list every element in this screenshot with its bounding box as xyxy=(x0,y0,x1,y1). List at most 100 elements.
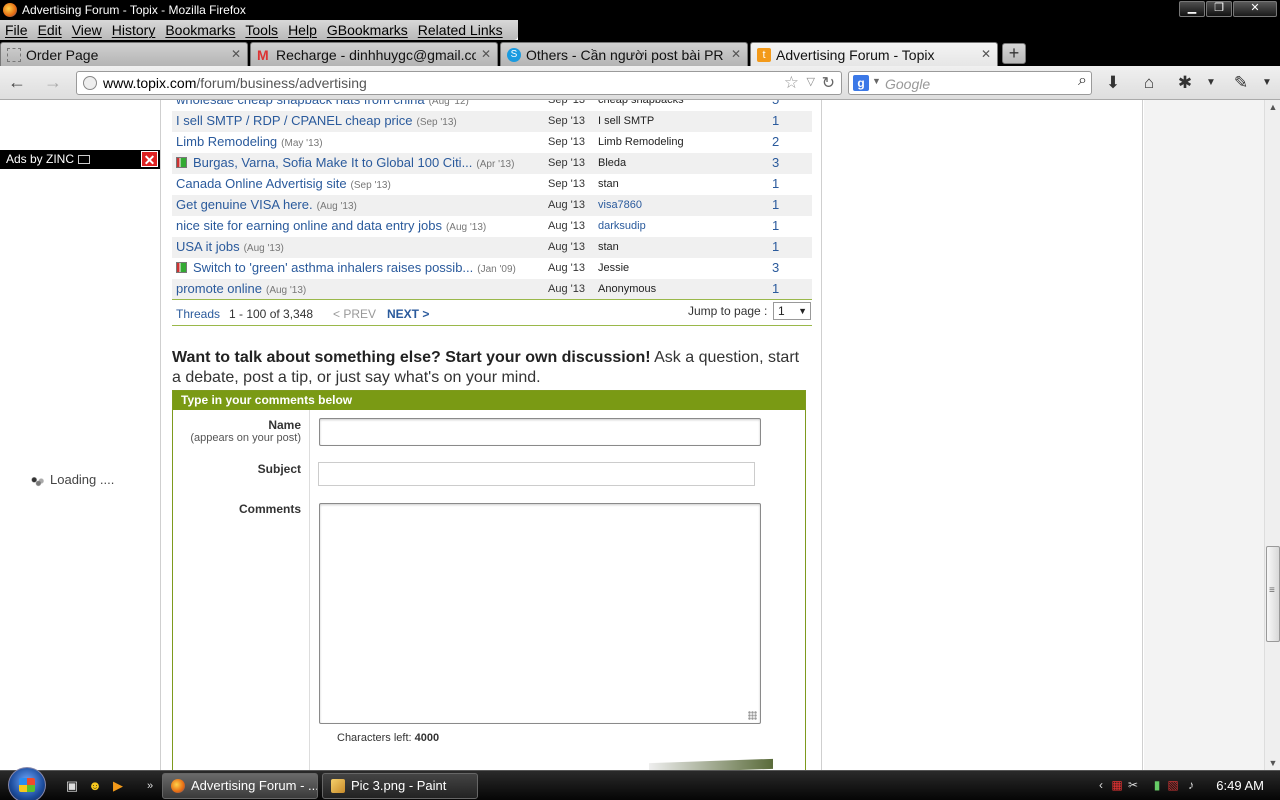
back-button[interactable]: ← xyxy=(6,73,28,93)
threads-label[interactable]: Threads xyxy=(176,307,220,321)
start-button[interactable] xyxy=(8,767,46,800)
forward-button[interactable]: → xyxy=(42,73,64,93)
tab-close-icon[interactable]: ✕ xyxy=(231,47,241,61)
addon-icon[interactable]: ✱ xyxy=(1174,73,1196,93)
tab-order-page[interactable]: Order Page ✕ xyxy=(0,42,248,66)
search-bar[interactable]: g ▼ Google ⌕ xyxy=(848,71,1092,95)
thread-title[interactable]: I sell SMTP / RDP / CPANEL cheap price xyxy=(176,113,413,128)
history-dropdown-icon[interactable]: ▽ xyxy=(807,75,815,88)
menu-view[interactable]: View xyxy=(67,22,107,38)
address-bar[interactable]: www.topix.com/forum/business/advertising… xyxy=(76,71,842,95)
messenger-icon[interactable]: ☻ xyxy=(87,778,103,794)
thread-title[interactable]: promote online xyxy=(176,281,262,296)
thread-title-link[interactable]: Burgas, Varna, Sofia Make It to Global 1… xyxy=(176,155,514,170)
menu-tools[interactable]: Tools xyxy=(240,22,283,38)
menu-history[interactable]: History xyxy=(107,22,161,38)
thread-post-count[interactable]: 1 xyxy=(772,239,779,254)
reload-icon[interactable]: ↻ xyxy=(822,73,835,93)
menu-related-links[interactable]: Related Links xyxy=(413,22,508,38)
battery-icon[interactable]: ▮ xyxy=(1150,778,1164,792)
thread-title[interactable]: Canada Online Advertisig site xyxy=(176,176,347,191)
thread-title[interactable]: wholesale cheap snapback hats from china xyxy=(176,100,425,107)
jump-to-page-select[interactable]: 1 ▼ xyxy=(773,302,811,320)
volume-icon[interactable]: ♪ xyxy=(1184,778,1198,792)
maximize-button[interactable]: ❐ xyxy=(1206,1,1232,17)
thread-title-link[interactable]: Get genuine VISA here. (Aug '13) xyxy=(176,197,357,212)
scroll-up-icon[interactable]: ▲ xyxy=(1266,100,1280,114)
bookmark-star-icon[interactable]: ☆ xyxy=(784,73,799,93)
next-page-link[interactable]: NEXT > xyxy=(387,307,429,321)
tray-expand-icon[interactable]: ‹ xyxy=(1094,778,1108,792)
thread-title[interactable]: nice site for earning online and data en… xyxy=(176,218,442,233)
close-window-button[interactable]: ✕ xyxy=(1233,1,1277,17)
tab-others[interactable]: S Others - Cần người post bài PR htÉ ✕ xyxy=(500,42,748,66)
thread-post-count[interactable]: 1 xyxy=(772,281,779,296)
network-icon[interactable]: ▧ xyxy=(1166,778,1180,792)
thread-title-link[interactable]: promote online (Aug '13) xyxy=(176,281,306,296)
thread-post-count[interactable]: 2 xyxy=(772,134,779,149)
home-icon[interactable]: ⌂ xyxy=(1138,73,1160,93)
search-icon[interactable]: ⌕ xyxy=(1078,72,1087,90)
scroll-down-icon[interactable]: ▼ xyxy=(1266,756,1280,770)
thread-last-poster[interactable]: visa7860 xyxy=(598,199,642,211)
comments-textarea[interactable] xyxy=(319,503,761,724)
taskbar-clock[interactable]: 6:49 AM xyxy=(1216,778,1264,793)
thread-post-count[interactable]: 3 xyxy=(772,260,779,275)
site-identity-icon[interactable] xyxy=(83,76,97,90)
thread-title-link[interactable]: Limb Remodeling (May '13) xyxy=(176,134,323,149)
tab-advertising-forum[interactable]: t Advertising Forum - Topix ✕ xyxy=(750,42,998,66)
downloads-icon[interactable]: ⬇ xyxy=(1102,73,1124,93)
engine-dropdown-icon[interactable]: ▼ xyxy=(872,76,881,86)
tools-icon[interactable]: ✎ xyxy=(1230,73,1252,93)
task-firefox[interactable]: Advertising Forum - ... xyxy=(162,773,318,799)
submit-button[interactable] xyxy=(649,758,773,770)
thread-post-count[interactable]: 1 xyxy=(772,197,779,212)
ad-info-icon[interactable] xyxy=(78,155,91,165)
thread-last-poster[interactable]: darksudip xyxy=(598,220,646,232)
show-desktop-icon[interactable]: ▣ xyxy=(64,778,80,794)
tab-close-icon[interactable]: ✕ xyxy=(981,47,991,61)
thread-post-count[interactable]: 1 xyxy=(772,113,779,128)
thread-title-link[interactable]: USA it jobs (Aug '13) xyxy=(176,239,284,254)
thread-title-link[interactable]: I sell SMTP / RDP / CPANEL cheap price (S… xyxy=(176,113,457,128)
menu-edit[interactable]: Edit xyxy=(33,22,67,38)
addon-dropdown-icon[interactable]: ▼ xyxy=(1200,73,1222,93)
tab-close-icon[interactable]: ✕ xyxy=(731,47,741,61)
vertical-scrollbar[interactable]: ▲ ▼ xyxy=(1264,100,1280,770)
thread-last-post-date: Aug '13 xyxy=(548,241,585,253)
menu-gbookmarks[interactable]: GBookmarks xyxy=(322,22,413,38)
thread-title[interactable]: Limb Remodeling xyxy=(176,134,277,149)
thread-title-link[interactable]: Switch to 'green' asthma inhalers raises… xyxy=(176,260,516,275)
quicklaunch-more-icon[interactable]: » xyxy=(142,778,158,794)
task-paint[interactable]: Pic 3.png - Paint xyxy=(322,773,478,799)
thread-title[interactable]: Switch to 'green' asthma inhalers raises… xyxy=(193,260,473,275)
thread-title-link[interactable]: wholesale cheap snapback hats from china… xyxy=(176,100,469,107)
menu-file[interactable]: File xyxy=(0,22,33,38)
menu-bookmarks[interactable]: Bookmarks xyxy=(160,22,240,38)
thread-post-count[interactable]: 1 xyxy=(772,218,779,233)
google-engine-icon[interactable]: g xyxy=(853,75,869,91)
url-text[interactable]: www.topix.com/forum/business/advertising xyxy=(103,75,367,91)
subject-field[interactable] xyxy=(318,462,755,486)
thread-title[interactable]: Burgas, Varna, Sofia Make It to Global 1… xyxy=(193,155,472,170)
thread-post-count[interactable]: 1 xyxy=(772,176,779,191)
resize-grip-icon[interactable] xyxy=(748,711,757,720)
scroll-thumb[interactable] xyxy=(1266,546,1280,642)
thread-title[interactable]: Get genuine VISA here. xyxy=(176,197,313,212)
tray-tools-icon[interactable]: ✂ xyxy=(1126,778,1140,792)
minimize-button[interactable]: ▁ xyxy=(1179,1,1205,17)
thread-title[interactable]: USA it jobs xyxy=(176,239,240,254)
tab-close-icon[interactable]: ✕ xyxy=(481,47,491,61)
tray-app-icon[interactable]: ▦ xyxy=(1110,778,1124,792)
thread-title-link[interactable]: nice site for earning online and data en… xyxy=(176,218,486,233)
thread-post-count[interactable]: 3 xyxy=(772,155,779,170)
media-player-icon[interactable]: ▶ xyxy=(110,778,126,794)
thread-post-count[interactable]: 5 xyxy=(772,100,779,107)
menu-help[interactable]: Help xyxy=(283,22,322,38)
new-tab-button[interactable]: + xyxy=(1002,43,1026,64)
ad-close-button[interactable]: ✕ xyxy=(141,151,158,168)
name-field[interactable] xyxy=(319,418,761,446)
menu-dropdown-icon[interactable]: ▼ xyxy=(1256,73,1278,93)
tab-recharge[interactable]: M Recharge - dinhhuygc@gmail.coÉ ✕ xyxy=(250,42,498,66)
thread-title-link[interactable]: Canada Online Advertisig site (Sep '13) xyxy=(176,176,391,191)
